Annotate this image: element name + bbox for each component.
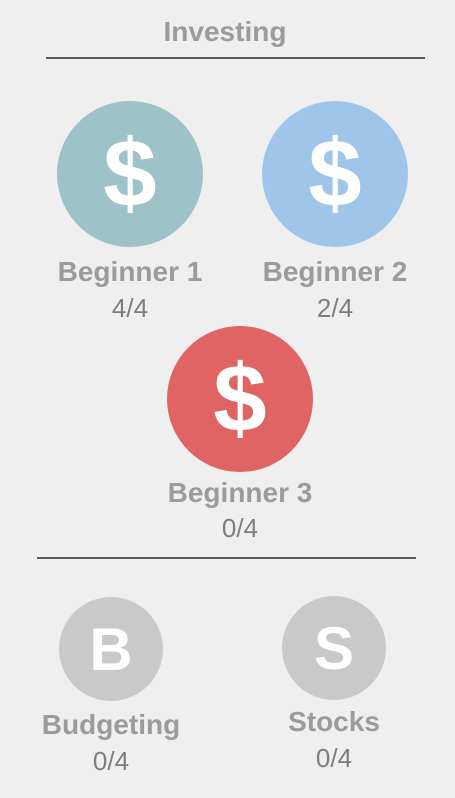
- dollar-icon: $: [57, 101, 203, 247]
- dollar-icon: $: [167, 326, 313, 472]
- skill-progress: 2/4: [316, 293, 354, 323]
- skill-progress: 0/4: [315, 743, 353, 773]
- skill-name: Beginner 1: [57, 256, 203, 287]
- letter-s-icon: S: [282, 596, 386, 700]
- skill-name: Stocks: [288, 706, 380, 737]
- dollar-icon: $: [262, 101, 408, 247]
- skill-name: Beginner 3: [167, 477, 313, 508]
- letter-b-icon: B: [59, 597, 163, 701]
- skill-name: Beginner 2: [262, 256, 408, 287]
- section-divider-top: [46, 57, 425, 59]
- skill-progress: 0/4: [221, 513, 259, 543]
- section-divider-bottom: [37, 557, 416, 559]
- skill-progress: 0/4: [92, 746, 130, 776]
- skill-name: Budgeting: [41, 709, 181, 740]
- skill-progress: 4/4: [111, 293, 149, 323]
- section-title: Investing: [163, 16, 287, 47]
